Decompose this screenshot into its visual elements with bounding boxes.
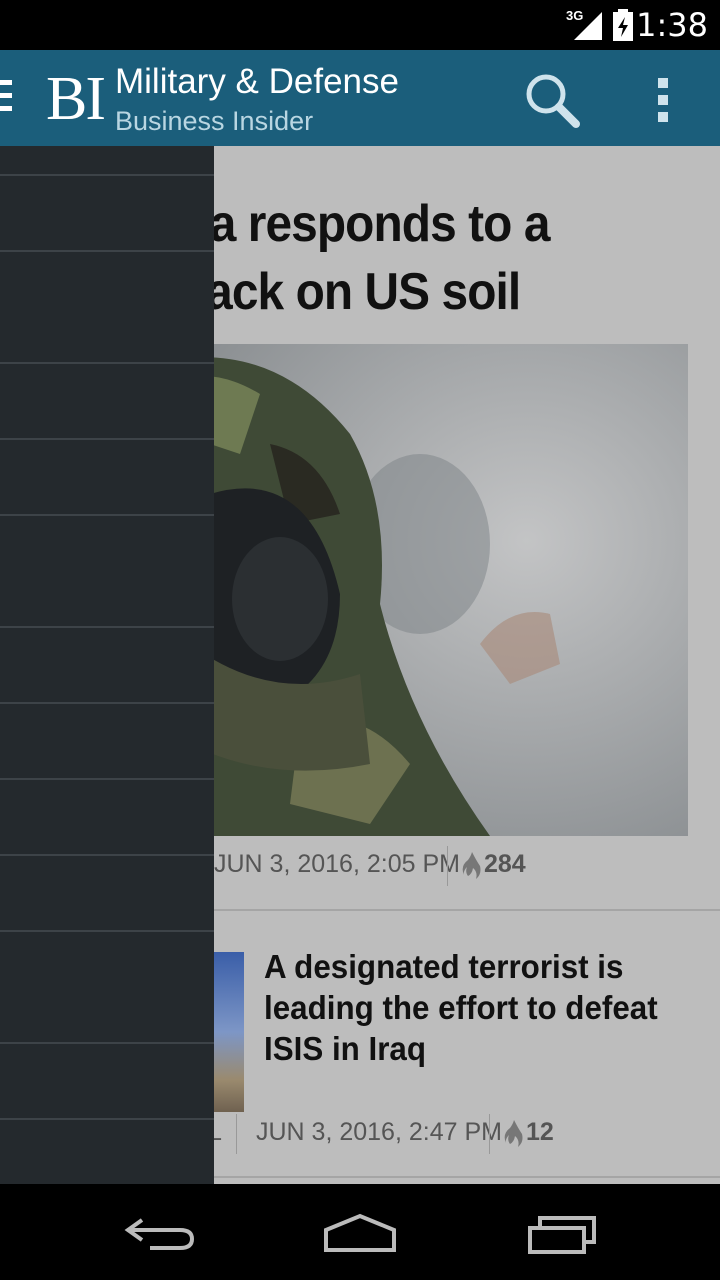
drawer-item[interactable]: [0, 702, 214, 778]
action-bar: BI Military & Defense Business Insider: [0, 50, 720, 146]
drawer-item[interactable]: [0, 362, 214, 438]
meta-separator: [489, 1114, 490, 1154]
drawer-item[interactable]: [0, 626, 214, 702]
section-title: Military & Defense: [115, 62, 399, 101]
section-subtitle: Business Insider: [115, 106, 314, 136]
drawer-item[interactable]: [0, 778, 214, 854]
overflow-menu-icon[interactable]: [646, 72, 682, 128]
article-count: 284: [484, 850, 526, 878]
article-timestamp: JUN 3, 2016, 2:47 PM: [256, 1118, 502, 1146]
recent-apps-icon[interactable]: [526, 1208, 600, 1256]
drawer-item[interactable]: [0, 930, 214, 1042]
meta-separator: [236, 1114, 237, 1154]
drawer-item[interactable]: [0, 1042, 214, 1118]
bi-logo[interactable]: BI: [46, 68, 106, 130]
drawer-item[interactable]: [0, 174, 214, 250]
status-time: 1:38: [636, 6, 708, 44]
drawer-toggle-icon[interactable]: [0, 80, 14, 120]
battery-icon: [613, 9, 633, 41]
soldier-gas-mask-image: [150, 344, 688, 836]
article-timestamp: JUN 3, 2016, 2:05 PM: [214, 850, 460, 878]
drawer-item[interactable]: [0, 1118, 214, 1184]
navigation-drawer: [0, 146, 214, 1184]
drawer-item[interactable]: [0, 854, 214, 930]
drawer-item[interactable]: [0, 514, 214, 626]
home-icon[interactable]: [322, 1208, 398, 1256]
search-icon[interactable]: [520, 68, 584, 132]
drawer-item[interactable]: [0, 438, 214, 514]
article-hero-image[interactable]: [150, 344, 688, 836]
article-count: 12: [526, 1118, 554, 1146]
meta-separator: [447, 846, 448, 886]
fire-icon: [504, 1120, 523, 1147]
system-nav-bar: [0, 1184, 720, 1280]
drawer-item[interactable]: [0, 250, 214, 362]
fire-icon: [462, 852, 481, 879]
article-headline[interactable]: A designated terrorist is leading the ef…: [264, 946, 673, 1069]
back-icon[interactable]: [122, 1208, 196, 1256]
signal-icon: [574, 12, 602, 40]
status-bar: 3G 1:38: [0, 0, 720, 50]
